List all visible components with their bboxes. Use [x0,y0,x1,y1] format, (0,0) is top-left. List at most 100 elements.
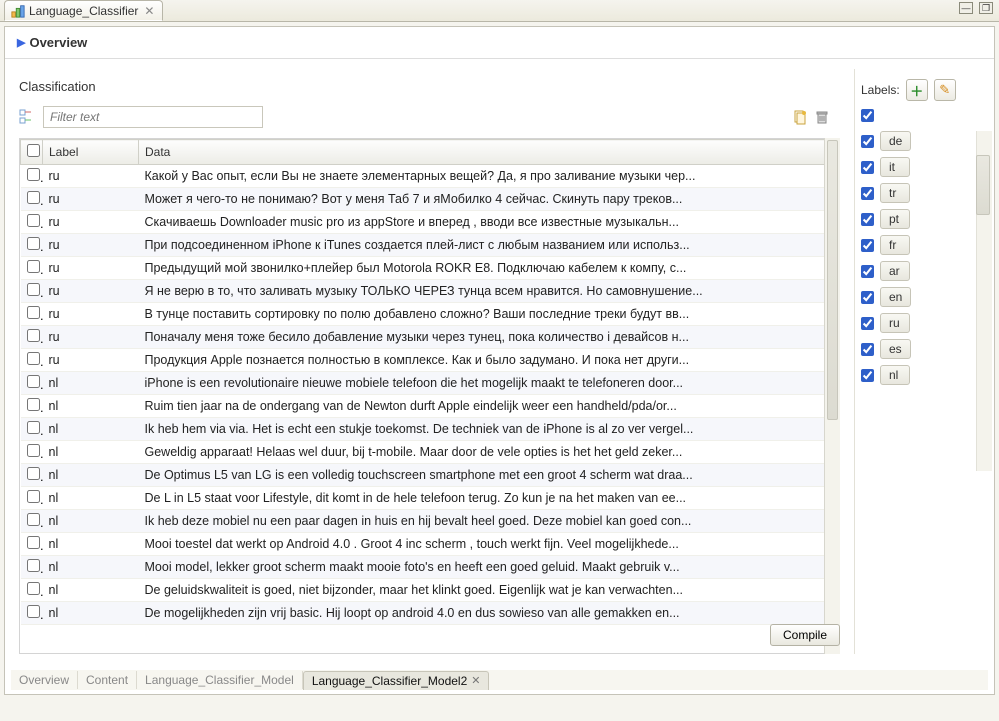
compile-button[interactable]: Compile [770,624,840,646]
row-data: Может я чего-то не понимаю? Вот у меня Т… [139,188,839,211]
table-row[interactable]: nlDe geluidskwaliteit is goed, niet bijz… [21,579,839,602]
labels-scrollbar-thumb[interactable] [976,155,990,215]
table-row[interactable]: nlDe L in L5 staat voor Lifestyle, dit k… [21,487,839,510]
table-row[interactable]: ruВ тунце поставить сортировку по полю д… [21,303,839,326]
label-chip[interactable]: en [880,287,911,307]
label-checkbox[interactable] [861,161,874,174]
table-row[interactable]: nliPhone is een revolutionaire nieuwe mo… [21,372,839,395]
label-chip[interactable]: pt [880,209,910,229]
close-icon[interactable]: ✕ [142,4,156,18]
row-checkbox[interactable] [27,191,40,204]
label-row: pt [861,209,988,229]
edit-label-button[interactable]: ✎ [934,79,956,101]
table-row[interactable]: nlRuim tien jaar na de ondergang van de … [21,395,839,418]
label-chip[interactable]: ru [880,313,910,333]
label-checkbox[interactable] [861,187,874,200]
label-chip[interactable]: es [880,339,911,359]
trash-icon[interactable] [814,109,830,125]
row-checkbox[interactable] [27,559,40,572]
classification-panel: Classification [5,69,854,654]
row-checkbox[interactable] [27,467,40,480]
table-row[interactable]: ruПродукция Apple познается полностью в … [21,349,839,372]
row-checkbox[interactable] [27,605,40,618]
row-checkbox[interactable] [27,398,40,411]
row-checkbox[interactable] [27,214,40,227]
add-label-button[interactable]: ＋ [906,79,928,101]
editor-tab-active[interactable]: Language_Classifier ✕ [4,0,163,21]
table-row[interactable]: nlMooi model, lekker groot scherm maakt … [21,556,839,579]
label-checkbox[interactable] [861,291,874,304]
label-row: es [861,339,988,359]
copy-icon[interactable] [792,109,808,125]
chevron-right-icon: ▶ [17,36,25,49]
col-header-label[interactable]: Label [43,140,139,165]
table-row[interactable]: ruПредыдущий мой звонилко+плейер был Mot… [21,257,839,280]
table-row[interactable]: nlIk heb deze mobiel nu een paar dagen i… [21,510,839,533]
label-chip[interactable]: nl [880,365,910,385]
select-all-checkbox[interactable] [27,144,40,157]
label-chip[interactable]: de [880,131,911,151]
row-checkbox[interactable] [27,306,40,319]
label-checkbox[interactable] [861,265,874,278]
table-row[interactable]: ruСкачиваешь Downloader music pro из app… [21,211,839,234]
label-checkbox[interactable] [861,135,874,148]
label-checkbox[interactable] [861,239,874,252]
label-row: ru [861,313,988,333]
table-row[interactable]: nlDe Optimus L5 van LG is een volledig t… [21,464,839,487]
bottom-tab[interactable]: Overview [11,671,78,689]
row-checkbox[interactable] [27,237,40,250]
table-row[interactable]: nlGeweldig apparaat! Helaas wel duur, bi… [21,441,839,464]
label-chip[interactable]: tr [880,183,910,203]
table-row[interactable]: nlDe mogelijkheden zijn vrij basic. Hij … [21,602,839,625]
filter-input[interactable] [43,106,263,128]
row-checkbox[interactable] [27,490,40,503]
classification-table-scroll[interactable]: Label Data ruКакой у Вас опыт, если Вы н… [19,138,840,654]
maximize-button[interactable]: ❐ [979,2,993,14]
label-chip[interactable]: it [880,157,910,177]
row-checkbox[interactable] [27,444,40,457]
col-header-data[interactable]: Data [139,140,839,165]
row-checkbox[interactable] [27,375,40,388]
bottom-tab[interactable]: Content [78,671,137,689]
row-checkbox[interactable] [27,168,40,181]
table-row[interactable]: nlMooi toestel dat werkt op Android 4.0 … [21,533,839,556]
minimize-button[interactable]: — [959,2,973,14]
content-frame: ▶ Overview Classification [4,26,995,695]
label-chip[interactable]: ar [880,261,910,281]
close-icon[interactable]: ✕ [471,674,480,687]
bottom-tab-label: Language_Classifier_Model [145,673,294,687]
row-checkbox[interactable] [27,421,40,434]
label-checkbox[interactable] [861,213,874,226]
scrollbar-vertical[interactable] [824,138,840,654]
structure-icon[interactable] [19,109,35,125]
label-checkbox[interactable] [861,343,874,356]
table-row[interactable]: ruПри подсоединенном iPhone к iTunes соз… [21,234,839,257]
overview-header[interactable]: ▶ Overview [5,27,994,59]
row-checkbox[interactable] [27,513,40,526]
bottom-tab[interactable]: Language_Classifier_Model2✕ [303,671,490,690]
row-label: nl [43,418,139,441]
table-row[interactable]: ruКакой у Вас опыт, если Вы не знаете эл… [21,165,839,188]
row-checkbox[interactable] [27,352,40,365]
col-header-check[interactable] [21,140,43,165]
labels-master-checkbox[interactable] [861,109,874,122]
bottom-tab-label: Overview [19,673,69,687]
label-checkbox[interactable] [861,369,874,382]
row-checkbox[interactable] [27,329,40,342]
row-checkbox[interactable] [27,582,40,595]
table-row[interactable]: ruЯ не верю в то, что заливать музыку ТО… [21,280,839,303]
row-checkbox[interactable] [27,536,40,549]
bottom-tab[interactable]: Language_Classifier_Model [137,671,303,689]
table-row[interactable]: ruПоначалу меня тоже бесило добавление м… [21,326,839,349]
scrollbar-thumb[interactable] [827,140,838,420]
editor-tab-title: Language_Classifier [29,4,138,18]
row-checkbox[interactable] [27,260,40,273]
label-checkbox[interactable] [861,317,874,330]
row-data: Ik heb hem via via. Het is echt een stuk… [139,418,839,441]
table-row[interactable]: nlIk heb hem via via. Het is echt een st… [21,418,839,441]
label-chip[interactable]: fr [880,235,910,255]
table-row[interactable]: ruМожет я чего-то не понимаю? Вот у меня… [21,188,839,211]
row-label: ru [43,165,139,188]
row-label: ru [43,257,139,280]
row-checkbox[interactable] [27,283,40,296]
